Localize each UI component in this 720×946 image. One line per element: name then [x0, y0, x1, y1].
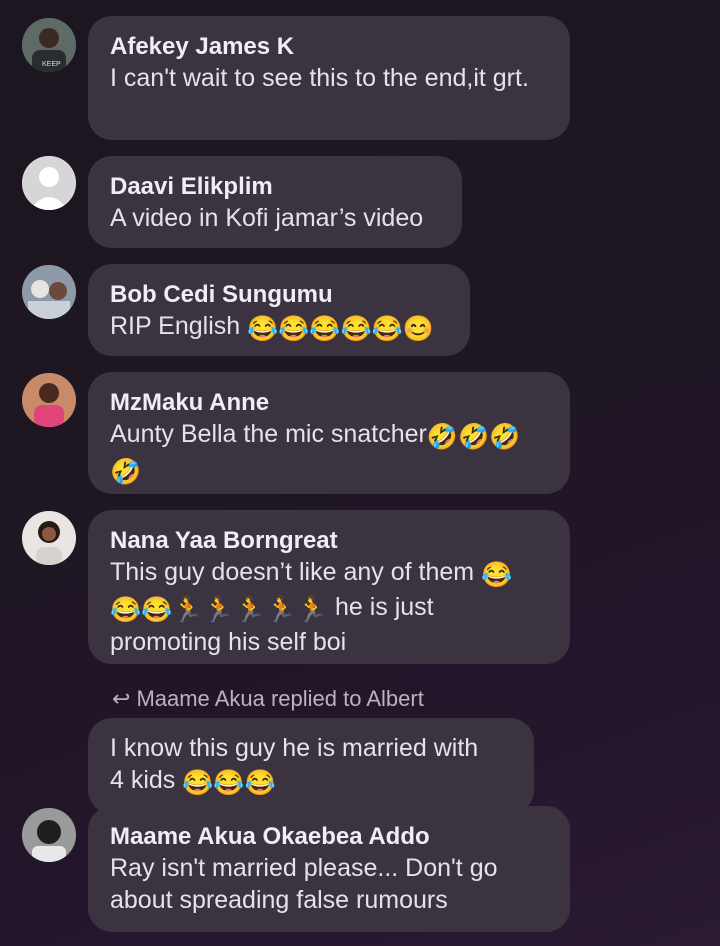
comment-text: he is just	[334, 593, 434, 621]
reply-arrow-icon: ↩	[112, 686, 131, 711]
comment-text: Ray isn't married please... Don't go abo…	[110, 854, 498, 914]
commenter-name[interactable]: Bob Cedi Sungumu	[110, 280, 448, 310]
tears-of-joy-emoji: 😂	[309, 315, 341, 343]
tears-of-joy-emoji: 😂	[244, 769, 276, 797]
rolling-laughing-emoji: 🤣	[110, 458, 142, 486]
comment-text-row: Aunty Bella the mic snatcher🤣🤣🤣 🤣	[110, 418, 548, 488]
comment-text: I know this guy he is married with	[110, 734, 479, 762]
tears-of-joy-emoji: 😂	[371, 315, 403, 343]
comment-text: 4 kids	[110, 766, 176, 794]
commenter-name[interactable]: Daavi Elikplim	[110, 172, 440, 202]
comment-bubble[interactable]: MzMaku Anne Aunty Bella the mic snatcher…	[88, 372, 570, 494]
comment-text-row: This guy doesn’t like any of them 😂 😂😂🏃🏃…	[110, 556, 548, 658]
commenter-name[interactable]: Nana Yaa Borngreat	[110, 526, 548, 556]
reply-comment-bubble[interactable]: I know this guy he is married with 4 kid…	[88, 718, 534, 814]
comment-text: I can't wait to see this to the end,it g…	[110, 64, 529, 92]
comment-bubble[interactable]: Bob Cedi Sungumu RIP English 😂😂😂😂😂😊	[88, 264, 470, 356]
tears-of-joy-emoji: 😂	[481, 561, 513, 589]
avatar[interactable]	[22, 265, 76, 319]
avatar[interactable]	[22, 511, 76, 565]
comment-text: A video in Kofi jamar’s video	[110, 204, 424, 232]
smiling-emoji: 😊	[402, 315, 434, 343]
avatar[interactable]	[22, 373, 76, 427]
reply-context-label: Maame Akua replied to Albert	[136, 686, 424, 711]
comment-text: promoting his self boi	[110, 628, 347, 656]
comment-text: RIP English	[110, 312, 241, 340]
comment-text: This guy doesn’t like any of them	[110, 558, 475, 586]
comment-text-row: RIP English 😂😂😂😂😂😊	[110, 310, 448, 345]
tears-of-joy-emoji: 😂	[247, 315, 279, 343]
rolling-laughing-emoji: 🤣	[457, 423, 490, 451]
person-running-emoji: 🏃	[234, 596, 266, 624]
avatar[interactable]	[22, 808, 76, 862]
commenter-name[interactable]: MzMaku Anne	[110, 388, 548, 418]
person-running-emoji: 🏃	[172, 596, 204, 624]
rolling-laughing-emoji: 🤣	[489, 423, 521, 451]
comment-bubble[interactable]: Maame Akua Okaebea Addo Ray isn't marrie…	[88, 806, 570, 932]
comment-text: Aunty Bella the mic snatcher	[110, 420, 427, 448]
comment-text-row: I know this guy he is married with 4 kid…	[110, 732, 512, 799]
avatar[interactable]: KEEP	[22, 18, 76, 72]
tears-of-joy-emoji: 😂	[213, 769, 245, 797]
tears-of-joy-emoji: 😂	[182, 769, 214, 797]
reply-context[interactable]: ↩ Maame Akua replied to Albert	[112, 686, 424, 712]
person-running-emoji: 🏃	[265, 596, 297, 624]
commenter-name[interactable]: Afekey James K	[110, 32, 548, 62]
tears-of-joy-emoji: 😂	[278, 315, 310, 343]
tears-of-joy-emoji: 😂	[340, 315, 372, 343]
default-avatar-icon[interactable]	[22, 156, 76, 210]
svg-text:KEEP: KEEP	[42, 61, 61, 68]
person-running-emoji: 🏃	[296, 596, 328, 624]
comment-bubble[interactable]: Daavi Elikplim A video in Kofi jamar’s v…	[88, 156, 462, 248]
tears-of-joy-emoji: 😂	[110, 596, 142, 624]
commenter-name[interactable]: Maame Akua Okaebea Addo	[110, 822, 548, 852]
tears-of-joy-emoji: 😂	[141, 596, 173, 624]
person-running-emoji: 🏃	[203, 596, 235, 624]
comment-bubble[interactable]: Afekey James K I can't wait to see this …	[88, 16, 570, 140]
rolling-laughing-emoji: 🤣	[426, 423, 458, 451]
comment-bubble[interactable]: Nana Yaa Borngreat This guy doesn’t like…	[88, 510, 570, 664]
